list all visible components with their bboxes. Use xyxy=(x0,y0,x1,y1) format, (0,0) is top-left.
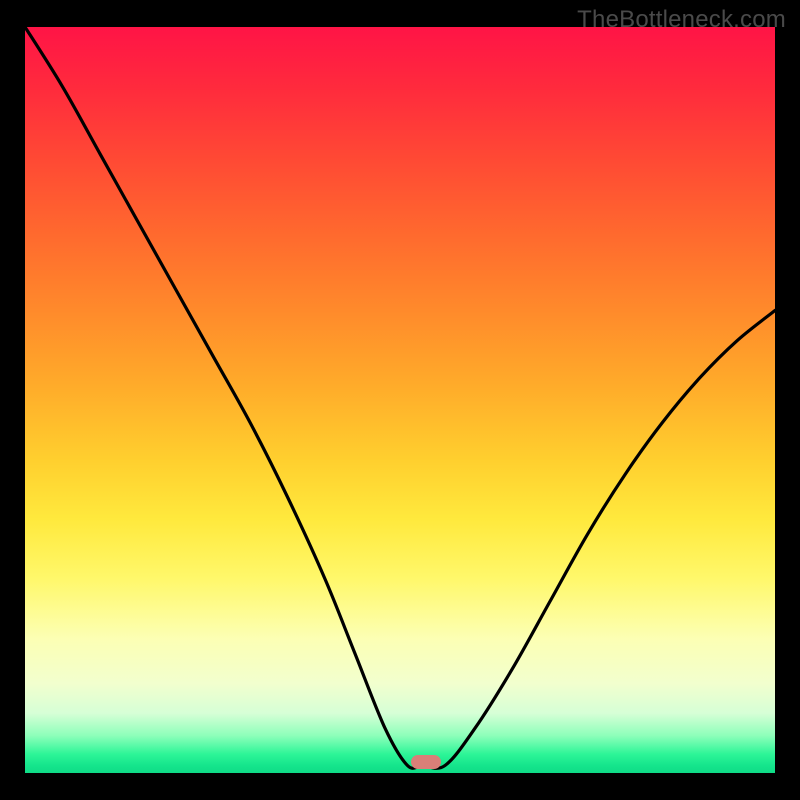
bottleneck-curve xyxy=(25,27,775,773)
watermark-text: TheBottleneck.com xyxy=(577,6,786,34)
minimum-marker xyxy=(411,755,441,769)
curve-path xyxy=(25,27,775,768)
plot-area xyxy=(25,27,775,773)
chart-frame: TheBottleneck.com xyxy=(0,0,800,800)
